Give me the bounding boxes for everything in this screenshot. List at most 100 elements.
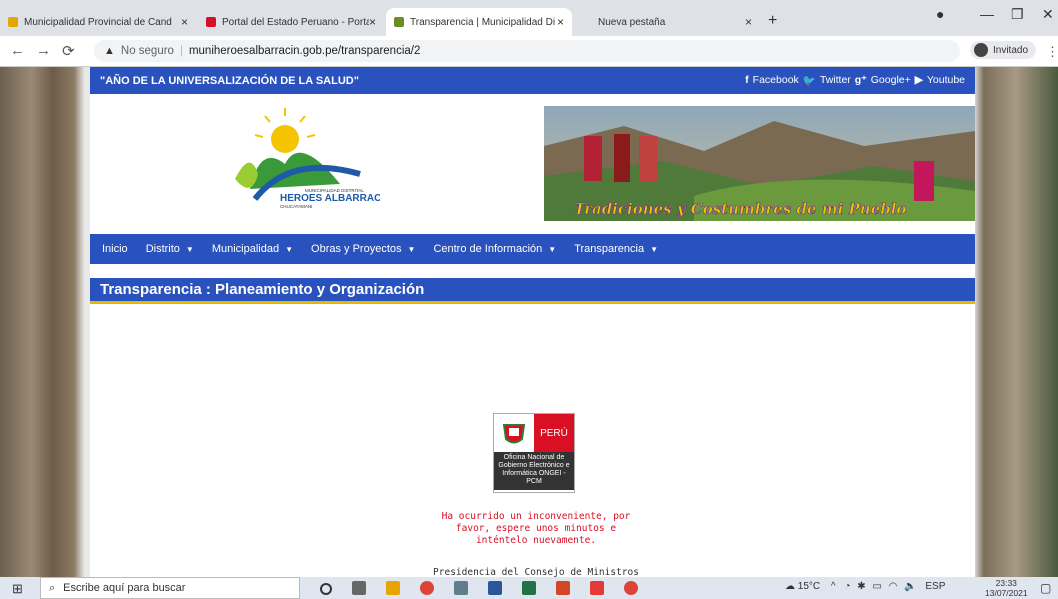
tab-1[interactable]: Municipalidad Provincial de Cand × <box>0 8 196 36</box>
battery-icon[interactable]: ▭ <box>872 581 881 592</box>
tab-title: Portal del Estado Peruano - Porta <box>222 16 369 28</box>
nav-inicio[interactable]: Inicio <box>102 243 128 255</box>
address-toolbar: ← → ⟳ ▲ No seguro | muniheroesalbarracin… <box>0 36 1058 67</box>
close-icon[interactable]: × <box>745 15 752 29</box>
nav-obras[interactable]: Obras y Proyectos ▼ <box>311 243 415 255</box>
tab-title: Nueva pestaña <box>598 16 666 28</box>
bluetooth-icon[interactable]: ✱ <box>857 581 865 592</box>
avatar-icon <box>974 43 988 57</box>
caret-down-icon: ▼ <box>185 244 194 254</box>
close-icon[interactable]: × <box>557 15 564 29</box>
logo-subtitle: MUNICIPALIDAD DISTRITAL <box>305 188 364 193</box>
language-indicator[interactable]: ESP <box>925 581 945 592</box>
ongei-text: Oficina Nacional de Gobierno Electrónico… <box>494 452 574 490</box>
warning-icon[interactable]: ▲ <box>104 45 115 57</box>
nav-centro-informacion[interactable]: Centro de Información ▼ <box>433 243 556 255</box>
nav-label: Obras y Proyectos <box>311 243 402 255</box>
separator: | <box>179 45 183 57</box>
task-view-icon[interactable] <box>352 581 366 595</box>
logo-name: HEROES ALBARRACIN <box>280 193 380 204</box>
facebook-link[interactable]: Facebook <box>753 74 799 87</box>
new-tab-button[interactable]: + <box>768 12 777 30</box>
chrome-active-icon[interactable] <box>624 581 638 595</box>
footer-partial-text: Presidencia del Consejo de Ministros <box>433 567 639 577</box>
favicon-icon <box>394 17 404 27</box>
security-label[interactable]: No seguro <box>121 45 174 57</box>
chrome-icon[interactable] <box>420 581 434 595</box>
nav-label: Transparencia <box>574 243 645 255</box>
tab-title: Transparencia | Municipalidad Di <box>410 16 556 28</box>
notifications-icon[interactable]: ▢ <box>1040 581 1051 595</box>
calculator-icon[interactable] <box>454 581 468 595</box>
municipality-logo[interactable]: HEROES ALBARRACIN MUNICIPALIDAD DISTRITA… <box>230 104 380 214</box>
tab-title: Municipalidad Provincial de Cand <box>24 16 172 28</box>
page-viewport: "AÑO DE LA UNIVERSALIZACIÓN DE LA SALUD"… <box>0 67 1058 577</box>
minimize-icon[interactable]: — <box>980 6 994 22</box>
volume-icon[interactable]: 🔈 <box>904 581 916 592</box>
main-content: Transparencia : Planeamiento y Organizac… <box>90 264 975 304</box>
word-icon[interactable] <box>488 581 502 595</box>
social-links: f Facebook 🐦 Twitter g⁺ Google+ ▶ Youtube <box>745 74 965 87</box>
tab-active[interactable]: Transparencia | Municipalidad Di × <box>386 8 572 36</box>
error-message: Ha ocurrido un inconveniente, por favor,… <box>441 511 631 546</box>
network-icon[interactable]: ◔ <box>844 581 850 592</box>
caret-down-icon: ▼ <box>407 244 416 254</box>
caret-down-icon: ▼ <box>650 244 659 254</box>
cortana-icon[interactable] <box>320 583 332 595</box>
logo-location: CHUCATAMANI <box>280 204 312 209</box>
section-title: Transparencia : Planeamiento y Organizac… <box>90 278 975 304</box>
search-placeholder: Escribe aquí para buscar <box>63 582 186 594</box>
back-icon[interactable]: ← <box>10 42 25 59</box>
close-window-icon[interactable]: ✕ <box>1042 6 1054 23</box>
googleplus-link[interactable]: Google+ <box>871 74 911 87</box>
site-header: HEROES ALBARRACIN MUNICIPALIDAD DISTRITA… <box>90 94 975 234</box>
peru-shield-icon <box>494 414 534 452</box>
close-icon[interactable]: × <box>181 15 188 29</box>
close-icon[interactable]: × <box>369 15 376 29</box>
nav-municipalidad[interactable]: Municipalidad ▼ <box>212 243 293 255</box>
tab-2[interactable]: Portal del Estado Peruano - Porta × <box>198 8 384 36</box>
restore-icon[interactable]: ❐ <box>1011 6 1024 23</box>
banner-image: Tradiciones y Costumbres de mi Pueblo <box>544 106 975 221</box>
profile-label: Invitado <box>993 44 1029 56</box>
profile-button[interactable]: Invitado <box>970 41 1037 59</box>
clock-time: 23:33 <box>995 578 1017 588</box>
excel-icon[interactable] <box>522 581 536 595</box>
caret-down-icon: ▼ <box>548 244 557 254</box>
favicon-icon <box>8 17 18 27</box>
nav-label: Municipalidad <box>211 243 280 255</box>
windows-taskbar: ⊞ ⌕ Escribe aquí para buscar ☁ 15°C ^ ◔ … <box>0 577 1058 599</box>
clock-date: 13/07/2021 <box>985 588 1028 598</box>
forward-icon[interactable]: → <box>36 42 51 59</box>
acrobat-icon[interactable] <box>590 581 604 595</box>
tray-overflow-icon[interactable]: ^ <box>831 581 836 592</box>
favicon-icon <box>206 17 216 27</box>
nav-distrito[interactable]: Distrito ▼ <box>146 243 194 255</box>
windows-start-icon[interactable]: ⊞ <box>12 581 23 597</box>
twitter-link[interactable]: Twitter <box>820 74 851 87</box>
nav-label: Inicio <box>102 243 128 255</box>
url-text[interactable]: muniheroesalbarracin.gob.pe/transparenci… <box>189 45 420 57</box>
system-tray: ☁ 15°C ^ ◔ ✱ ▭ ◠ 🔈 ESP <box>785 581 945 592</box>
powerpoint-icon[interactable] <box>556 581 570 595</box>
banner-caption: Tradiciones y Costumbres de mi Pueblo <box>574 200 906 218</box>
nav-label: Centro de Información <box>433 243 543 255</box>
ongei-logo: PERÚ Oficina Nacional de Gobierno Electr… <box>493 413 575 493</box>
taskbar-search[interactable]: ⌕ Escribe aquí para buscar <box>40 577 300 599</box>
wifi-icon[interactable]: ◠ <box>889 581 898 592</box>
temperature[interactable]: 15°C <box>798 581 820 592</box>
tab-4[interactable]: Nueva pestaña × <box>574 8 760 36</box>
youtube-link[interactable]: Youtube <box>927 74 965 87</box>
reload-icon[interactable]: ⟳ <box>62 42 75 60</box>
weather-icon[interactable]: ☁ <box>785 581 795 592</box>
caret-down-icon: ▼ <box>285 244 294 254</box>
year-motto: "AÑO DE LA UNIVERSALIZACIÓN DE LA SALUD" <box>100 74 359 87</box>
page-container: "AÑO DE LA UNIVERSALIZACIÓN DE LA SALUD"… <box>90 67 975 577</box>
nav-transparencia[interactable]: Transparencia ▼ <box>574 243 658 255</box>
menu-icon[interactable]: ⋮ <box>1046 44 1058 60</box>
peru-label: PERÚ <box>534 414 574 452</box>
address-bar[interactable]: ▲ No seguro | muniheroesalbarracin.gob.p… <box>94 40 960 62</box>
clock[interactable]: 23:33 13/07/2021 <box>985 578 1028 598</box>
tab-search-icon[interactable]: ● <box>936 6 944 22</box>
file-explorer-icon[interactable] <box>386 581 400 595</box>
